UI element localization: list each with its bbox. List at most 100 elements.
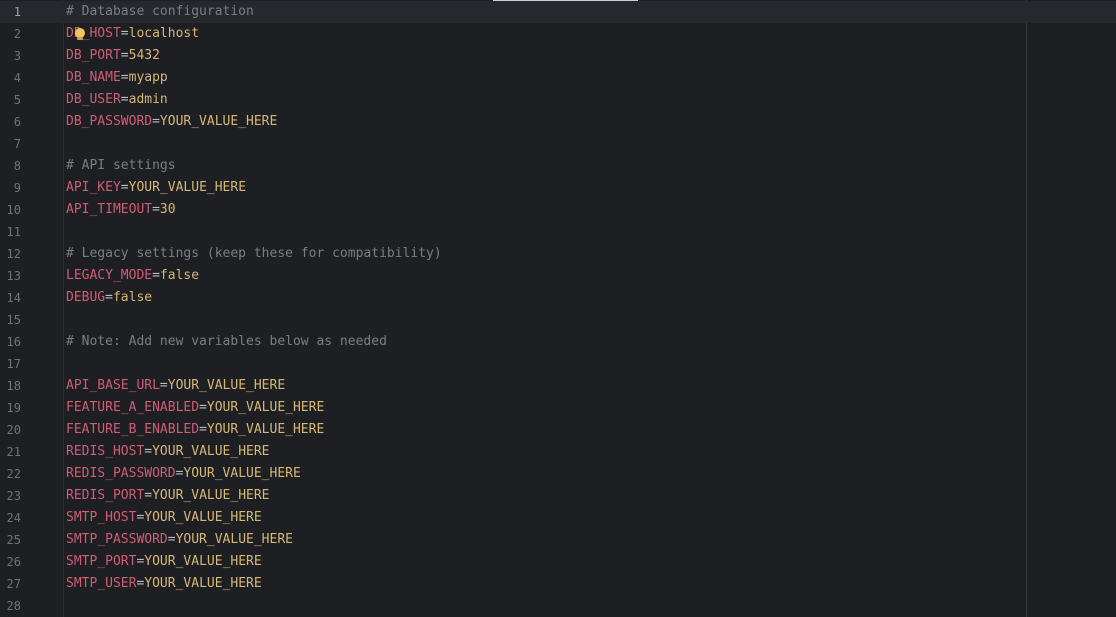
code-line[interactable]: 18 API_BASE_URL=YOUR_VALUE_HERE: [0, 375, 1116, 397]
line-content[interactable]: DB_NAME=myapp: [66, 67, 168, 89]
line-number: 23: [6, 489, 21, 503]
line-content[interactable]: # Database configuration: [66, 1, 254, 23]
env-key: DB_USER: [66, 92, 121, 107]
line-content[interactable]: SMTP_PORT=YOUR_VALUE_HERE: [66, 551, 262, 573]
comment-text: # Note: Add new variables below as neede…: [66, 334, 387, 349]
code-line[interactable]: 11: [0, 221, 1116, 243]
line-number: 7: [13, 137, 21, 151]
line-number: 27: [6, 577, 21, 591]
line-number: 20: [6, 423, 21, 437]
line-content[interactable]: API_TIMEOUT=30: [66, 199, 176, 221]
line-content[interactable]: DB_PORT=5432: [66, 45, 160, 67]
code-line[interactable]: 14 DEBUG=false: [0, 287, 1116, 309]
equals-sign: =: [120, 26, 129, 41]
equals-sign: =: [144, 488, 153, 503]
env-value: YOUR_VALUE_HERE: [167, 378, 286, 393]
code-line[interactable]: 6 DB_PASSWORD=YOUR_VALUE_HERE: [0, 111, 1116, 133]
line-number: 4: [13, 71, 21, 85]
code-line[interactable]: 23 REDIS_PORT=YOUR_VALUE_HERE: [0, 485, 1116, 507]
line-content[interactable]: # Note: Add new variables below as neede…: [66, 331, 387, 353]
equals-sign: =: [144, 444, 153, 459]
line-number: 28: [6, 599, 21, 613]
env-key: API_BASE_URL: [66, 378, 160, 393]
line-content[interactable]: REDIS_HOST=YOUR_VALUE_HERE: [66, 441, 270, 463]
line-number: 11: [6, 225, 21, 239]
env-key: REDIS_PASSWORD: [66, 466, 176, 481]
code-line[interactable]: 17: [0, 353, 1116, 375]
env-key: API_KEY: [66, 180, 121, 195]
line-content[interactable]: LEGACY_MODE=false: [66, 265, 199, 287]
code-line[interactable]: 16 # Note: Add new variables below as nee…: [0, 331, 1116, 353]
env-key: FEATURE_A_ENABLED: [66, 400, 200, 415]
line-content[interactable]: REDIS_PORT=YOUR_VALUE_HERE: [66, 485, 270, 507]
equals-sign: =: [120, 180, 129, 195]
env-key: REDIS_PORT: [66, 488, 145, 503]
env-value: 5432: [128, 48, 160, 63]
line-content[interactable]: SMTP_HOST=YOUR_VALUE_HERE: [66, 507, 262, 529]
lightbulb-icon[interactable]: [74, 27, 86, 41]
line-content[interactable]: API_BASE_URL=YOUR_VALUE_HERE: [66, 375, 285, 397]
code-line[interactable]: 26 SMTP_PORT=YOUR_VALUE_HERE: [0, 551, 1116, 573]
code-line[interactable]: 15: [0, 309, 1116, 331]
line-content[interactable]: DB_PASSWORD=YOUR_VALUE_HERE: [66, 111, 277, 133]
code-line[interactable]: 24 SMTP_HOST=YOUR_VALUE_HERE: [0, 507, 1116, 529]
line-content[interactable]: DB_USER=admin: [66, 89, 168, 111]
equals-sign: =: [120, 92, 129, 107]
env-value: YOUR_VALUE_HERE: [144, 554, 262, 569]
env-value: YOUR_VALUE_HERE: [159, 114, 278, 129]
line-number: 5: [13, 93, 21, 107]
env-key: API_TIMEOUT: [66, 202, 153, 217]
env-value: YOUR_VALUE_HERE: [144, 576, 262, 591]
line-content[interactable]: REDIS_PASSWORD=YOUR_VALUE_HERE: [66, 463, 301, 485]
code-line[interactable]: 20 FEATURE_B_ENABLED=YOUR_VALUE_HERE: [0, 419, 1116, 441]
code-line[interactable]: 10 API_TIMEOUT=30: [0, 199, 1116, 221]
line-number: 13: [6, 269, 21, 283]
comment-text: # Legacy settings (keep these for compat…: [66, 246, 442, 261]
code-line[interactable]: 19 FEATURE_A_ENABLED=YOUR_VALUE_HERE: [0, 397, 1116, 419]
code-line[interactable]: 9 API_KEY=YOUR_VALUE_HERE: [0, 177, 1116, 199]
code-line[interactable]: 25 SMTP_PASSWORD=YOUR_VALUE_HERE: [0, 529, 1116, 551]
equals-sign: =: [120, 70, 129, 85]
env-value: YOUR_VALUE_HERE: [206, 400, 325, 415]
line-number: 19: [6, 401, 21, 415]
line-content[interactable]: FEATURE_A_ENABLED=YOUR_VALUE_HERE: [66, 397, 324, 419]
code-line[interactable]: 7: [0, 133, 1116, 155]
code-line[interactable]: 3 DB_PORT=5432: [0, 45, 1116, 67]
env-key: SMTP_USER: [66, 576, 137, 591]
code-line[interactable]: 28: [0, 595, 1116, 617]
line-content[interactable]: # Legacy settings (keep these for compat…: [66, 243, 442, 265]
env-value: YOUR_VALUE_HERE: [128, 180, 247, 195]
code-editor[interactable]: 1 # Database configuration 2 DB_HOST=localh…: [0, 0, 1116, 617]
code-line[interactable]: 1 # Database configuration: [0, 1, 1116, 23]
env-value: YOUR_VALUE_HERE: [183, 466, 301, 481]
code-line[interactable]: 12 # Legacy settings (keep these for comp…: [0, 243, 1116, 265]
line-content[interactable]: # API settings: [66, 155, 176, 177]
equals-sign: =: [199, 422, 207, 437]
code-line[interactable]: 5 DB_USER=admin: [0, 89, 1116, 111]
code-line[interactable]: 2 DB_HOST=localhost: [0, 23, 1116, 45]
code-line[interactable]: 22 REDIS_PASSWORD=YOUR_VALUE_HERE: [0, 463, 1116, 485]
line-content[interactable]: API_KEY=YOUR_VALUE_HERE: [66, 177, 246, 199]
code-line[interactable]: 8 # API settings: [0, 155, 1116, 177]
env-key: SMTP_PASSWORD: [66, 532, 168, 547]
line-content[interactable]: SMTP_USER=YOUR_VALUE_HERE: [66, 573, 262, 595]
code-line[interactable]: 4 DB_NAME=myapp: [0, 67, 1116, 89]
code-lines[interactable]: 1 # Database configuration 2 DB_HOST=localh…: [0, 1, 1116, 617]
line-content[interactable]: FEATURE_B_ENABLED=YOUR_VALUE_HERE: [66, 419, 324, 441]
line-number: 1: [13, 5, 21, 19]
env-value: myapp: [128, 70, 168, 85]
line-content[interactable]: DEBUG=false: [66, 287, 152, 309]
code-line[interactable]: 21 REDIS_HOST=YOUR_VALUE_HERE: [0, 441, 1116, 463]
line-content[interactable]: SMTP_PASSWORD=YOUR_VALUE_HERE: [66, 529, 293, 551]
code-line[interactable]: 13 LEGACY_MODE=false: [0, 265, 1116, 287]
env-value: YOUR_VALUE_HERE: [152, 444, 270, 459]
env-value: YOUR_VALUE_HERE: [175, 532, 293, 547]
line-number: 18: [6, 379, 21, 393]
code-line[interactable]: 27 SMTP_USER=YOUR_VALUE_HERE: [0, 573, 1116, 595]
line-number: 8: [13, 159, 21, 173]
env-key: DB_PASSWORD: [66, 114, 153, 129]
line-number: 17: [6, 357, 21, 371]
env-key: SMTP_PORT: [66, 554, 137, 569]
line-number: 9: [13, 181, 21, 195]
equals-sign: =: [120, 48, 129, 63]
